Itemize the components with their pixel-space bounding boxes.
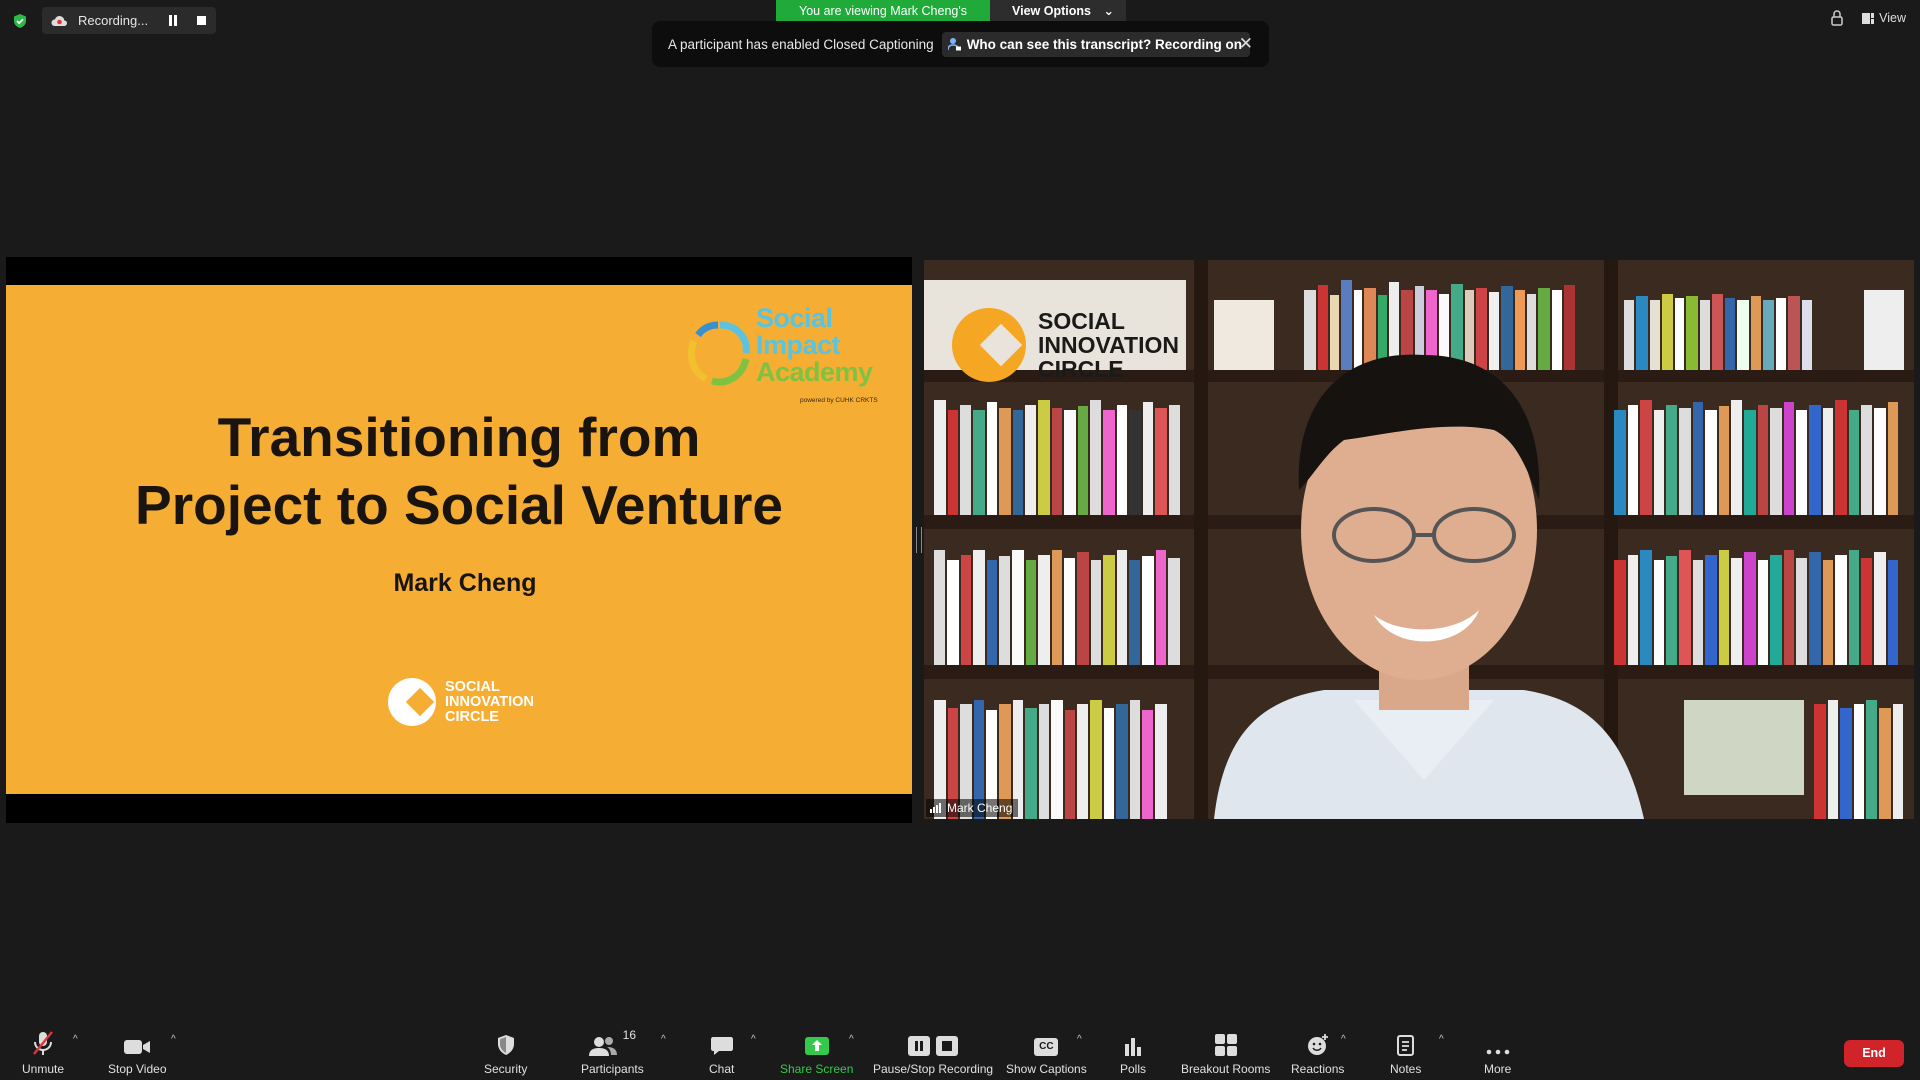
chat-button[interactable]: Chat [709,1030,734,1076]
recording-privacy-icon[interactable] [1830,9,1844,27]
stop-video-button[interactable]: Stop Video [108,1030,167,1076]
share-screen-icon [804,1037,829,1055]
breakout-rooms-icon [1214,1034,1237,1056]
slide-title-line2: Project to Social Venture [135,474,783,536]
reactions-label: Reactions [1291,1062,1345,1076]
chat-label: Chat [709,1062,735,1076]
view-button-label: View [1879,11,1906,25]
participant-name: Mark Cheng [947,801,1013,815]
social-impact-academy-logo: Social Impact Academy powered by CUHK CR… [686,305,886,410]
captions-options-caret-icon[interactable]: ^ [1077,1034,1082,1045]
show-captions-label: Show Captions [1006,1062,1087,1076]
shield-icon [497,1035,514,1055]
academy-logo-line2: Impact [756,330,841,360]
slide-title: Transitioning from Project to Social Ven… [6,403,912,539]
sign-line2: INNOVATION [1038,332,1179,358]
slide-title-line1: Transitioning from [217,406,701,468]
microphone-muted-icon [33,1031,53,1055]
reactions-options-caret-icon[interactable]: ^ [1341,1034,1346,1045]
academy-swirl-icon [687,321,750,386]
split-view-drag-handle[interactable] [916,527,922,553]
close-icon[interactable]: ✕ [1239,34,1253,54]
more-ellipsis-icon [1486,1049,1509,1055]
chat-bubble-icon [710,1037,733,1055]
view-options-label: View Options [1012,4,1091,18]
notification-message: A participant has enabled Closed Caption… [668,36,934,52]
audio-options-caret-icon[interactable]: ^ [73,1034,78,1045]
security-shield-icon [14,14,26,28]
more-button[interactable]: More [1484,1030,1511,1076]
sic-logo-line3: CIRCLE [445,708,499,725]
viewing-screen-label: You are viewing Mark Cheng's screen [776,0,990,40]
participants-count: 16 [622,1028,637,1042]
end-meeting-button[interactable]: End [1844,1040,1904,1067]
view-button[interactable]: View [1862,11,1906,25]
view-options-button[interactable]: View Options ⌄ [990,0,1126,22]
breakout-rooms-button[interactable]: Breakout Rooms [1181,1030,1270,1076]
academy-logo-line3: Academy [756,357,873,387]
pause-icon [908,1036,931,1056]
video-camera-icon [124,1040,151,1054]
stop-video-label: Stop Video [108,1062,167,1076]
cloud-recording-icon [51,15,67,26]
speaker-video[interactable]: SOCIAL INNOVATION CIRCLE Mark Cheng [924,260,1914,819]
view-layout-icon [1862,12,1875,24]
share-screen-button[interactable]: Share Screen [780,1030,853,1076]
stop-recording-icon[interactable] [197,16,206,25]
reactions-smiley-icon [1307,1034,1328,1055]
unmute-button[interactable]: Unmute [22,1030,64,1076]
meeting-toolbar: Unmute ^ Stop Video ^ Security 16 Partic… [0,1020,1920,1080]
sic-emblem-icon [952,308,1026,382]
shared-screen[interactable]: Social Impact Academy powered by CUHK CR… [6,257,912,823]
more-label: More [1484,1062,1512,1076]
stop-icon [936,1036,959,1056]
notes-label: Notes [1390,1062,1422,1076]
top-right-controls: View [1830,9,1906,27]
breakout-rooms-label: Breakout Rooms [1181,1062,1271,1076]
closed-captions-icon: CC [1034,1038,1059,1056]
notes-options-caret-icon[interactable]: ^ [1439,1034,1444,1045]
polls-button[interactable]: Polls [1120,1030,1146,1076]
social-innovation-circle-logo: SOCIAL INNOVATION CIRCLE [388,678,534,726]
sign-line1: SOCIAL [1038,308,1125,334]
recording-indicator: Recording... [42,7,216,34]
polls-icon [1125,1038,1141,1056]
share-options-caret-icon[interactable]: ^ [849,1034,854,1045]
transcript-visibility-button[interactable]: Who can see this transcript? Recording o… [941,31,1250,57]
sic-logo-line1: SOCIAL [445,678,500,695]
chevron-down-icon: ⌄ [1103,4,1114,18]
polls-label: Polls [1120,1062,1147,1076]
reactions-button[interactable]: Reactions [1291,1030,1344,1076]
unmute-label: Unmute [22,1062,65,1076]
participants-options-caret-icon[interactable]: ^ [661,1034,666,1045]
presentation-slide: Social Impact Academy powered by CUHK CR… [6,285,912,794]
viewing-screen-banner: You are viewing Mark Cheng's screen View… [776,0,1126,40]
participants-button[interactable]: 16 Participants [581,1028,644,1076]
show-captions-button[interactable]: CC Show Captions [1006,1030,1087,1076]
closed-captioning-notification: A participant has enabled Closed Caption… [652,21,1269,67]
slide-presenter-name: Mark Cheng [393,569,537,597]
share-screen-label: Share Screen [780,1062,854,1076]
person-lock-icon [947,38,961,51]
security-button[interactable]: Security [484,1030,527,1076]
transcript-visibility-label: Who can see this transcript? Recording o… [966,36,1242,52]
pause-recording-icon[interactable] [168,15,178,26]
chat-options-caret-icon[interactable]: ^ [751,1034,756,1045]
notes-icon [1396,1035,1414,1056]
participants-icon [588,1037,617,1056]
security-label: Security [484,1062,528,1076]
participant-name-tag: Mark Cheng [926,799,1019,817]
sic-logo-line2: INNOVATION [445,693,534,710]
participants-label: Participants [581,1062,644,1076]
video-options-caret-icon[interactable]: ^ [171,1034,176,1045]
sign-line3: CIRCLE [1038,356,1124,382]
academy-logo-line1: Social [756,303,833,333]
sic-emblem-icon [388,678,436,726]
signal-strength-icon [930,803,941,813]
pause-stop-recording-label: Pause/Stop Recording [873,1062,994,1076]
notes-button[interactable]: Notes [1390,1030,1421,1076]
social-innovation-circle-sign: SOCIAL INNOVATION CIRCLE [952,308,1179,382]
pause-stop-recording-button[interactable]: Pause/Stop Recording [873,1030,993,1076]
recording-label: Recording... [78,13,149,28]
